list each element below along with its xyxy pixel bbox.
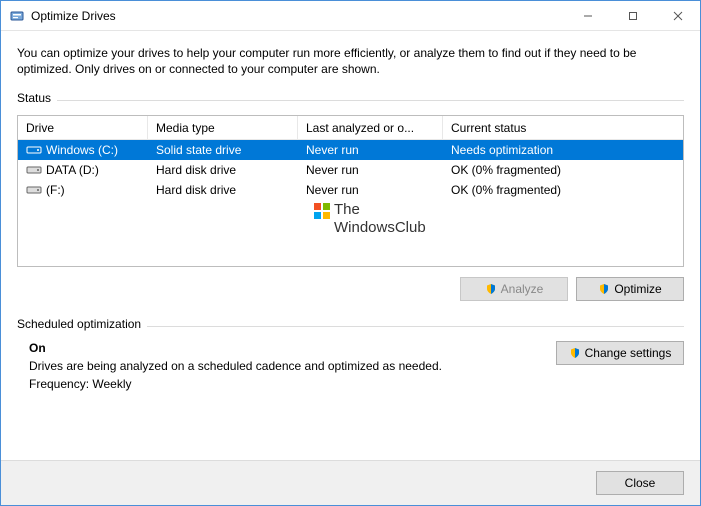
drive-status: OK (0% fragmented) [443,183,683,197]
scheduled-state: On [29,341,544,355]
divider [57,100,684,101]
watermark-line1: The [334,201,360,218]
table-row[interactable]: DATA (D:) Hard disk driveNever runOK (0% … [18,160,683,180]
status-label: Status [17,91,51,105]
optimize-label: Optimize [614,282,661,296]
drive-name: Windows (C:) [46,143,118,157]
drive-media: Hard disk drive [148,163,298,177]
drive-icon [26,164,42,176]
shield-icon [598,283,610,295]
drive-last: Never run [298,183,443,197]
change-settings-button[interactable]: Change settings [556,341,684,365]
drive-name: DATA (D:) [46,163,99,177]
scheduled-desc: Drives are being analyzed on a scheduled… [29,359,544,373]
maximize-button[interactable] [610,1,655,30]
table-row[interactable]: Windows (C:) Solid state driveNever runNe… [18,140,683,160]
drive-media: Hard disk drive [148,183,298,197]
analyze-button[interactable]: Analyze [460,277,568,301]
drive-icon [26,184,42,196]
status-group: Status [17,91,684,109]
drive-name: (F:) [46,183,65,197]
footer-bar: Close [1,460,700,505]
scheduled-label: Scheduled optimization [17,317,141,331]
drive-media: Solid state drive [148,143,298,157]
drive-last: Never run [298,143,443,157]
content-area: You can optimize your drives to help you… [1,31,700,460]
column-header-last[interactable]: Last analyzed or o... [298,116,443,139]
optimize-button[interactable]: Optimize [576,277,684,301]
scheduled-freq: Frequency: Weekly [29,377,544,391]
column-header-drive[interactable]: Drive [18,116,148,139]
analyze-label: Analyze [501,282,544,296]
column-header-media[interactable]: Media type [148,116,298,139]
scheduled-group: Scheduled optimization On Drives are bei… [17,317,684,395]
intro-text: You can optimize your drives to help you… [17,45,684,77]
watermark: The WindowsClub [314,201,426,237]
drive-last: Never run [298,163,443,177]
drive-list[interactable]: Drive Media type Last analyzed or o... C… [17,115,684,267]
shield-icon [485,283,497,295]
drive-status: OK (0% fragmented) [443,163,683,177]
drive-status: Needs optimization [443,143,683,157]
divider [147,326,684,327]
app-icon [9,8,25,24]
window-title: Optimize Drives [31,9,565,23]
drive-icon [26,144,42,156]
close-label: Close [625,476,656,490]
close-button[interactable]: Close [596,471,684,495]
close-window-button[interactable] [655,1,700,30]
drive-list-header: Drive Media type Last analyzed or o... C… [18,116,683,140]
action-buttons: Analyze Optimize [17,277,684,301]
change-settings-label: Change settings [585,346,672,360]
minimize-button[interactable] [565,1,610,30]
shield-icon [569,347,581,359]
table-row[interactable]: (F:) Hard disk driveNever runOK (0% fragm… [18,180,683,200]
titlebar: Optimize Drives [1,1,700,31]
watermark-line2: WindowsClub [334,219,426,236]
column-header-status[interactable]: Current status [443,116,683,139]
